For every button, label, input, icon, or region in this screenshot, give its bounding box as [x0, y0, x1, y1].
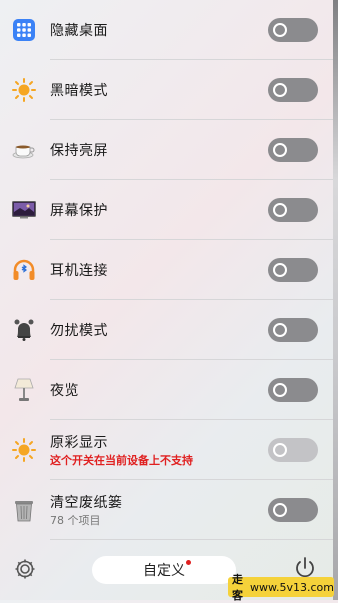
lamp-icon	[12, 378, 36, 402]
row-hide-desktop: 隐藏桌面	[0, 0, 333, 60]
row-label: 屏幕保护	[50, 203, 108, 219]
hide-desktop-toggle[interactable]	[268, 18, 318, 42]
row-headphone-connect: 耳机连接	[0, 240, 333, 300]
screensaver-toggle[interactable]	[268, 198, 318, 222]
trash-icon	[12, 498, 36, 522]
sun-icon	[12, 438, 36, 462]
row-label: 夜览	[50, 383, 79, 399]
app-grid-icon	[12, 18, 36, 42]
bell-icon	[12, 318, 36, 342]
control-panel: 隐藏桌面 黑暗模式 保持亮屏 屏幕保护 耳机连接 勿扰模式 夜览 原彩显示 这个…	[0, 0, 333, 600]
keep-awake-toggle[interactable]	[268, 138, 318, 162]
row-screensaver: 屏幕保护	[0, 180, 333, 240]
trash-count: 78 个项目	[50, 514, 101, 527]
row-label: 原彩显示	[50, 435, 108, 451]
row-label: 隐藏桌面	[50, 23, 108, 39]
row-empty-trash: 清空废纸篓 78 个项目	[0, 480, 333, 540]
coffee-cup-icon	[12, 138, 36, 162]
headphone-connect-toggle[interactable]	[268, 258, 318, 282]
dark-mode-toggle[interactable]	[268, 78, 318, 102]
sun-icon	[12, 78, 36, 102]
row-label: 黑暗模式	[50, 83, 108, 99]
gear-icon[interactable]	[14, 558, 36, 584]
row-dark-mode: 黑暗模式	[0, 60, 333, 120]
row-label: 耳机连接	[50, 263, 108, 279]
empty-trash-toggle[interactable]	[268, 498, 318, 522]
unsupported-note: 这个开关在当前设备上不支持	[50, 454, 193, 467]
row-true-tone: 原彩显示 这个开关在当前设备上不支持	[0, 420, 333, 480]
watermark-mark: 走客	[232, 573, 243, 602]
row-night-view: 夜览	[0, 360, 333, 420]
watermark-site: www.5v13.com	[250, 580, 334, 594]
night-view-toggle[interactable]	[268, 378, 318, 402]
row-label: 勿扰模式	[50, 323, 108, 339]
notification-dot	[186, 560, 191, 565]
do-not-disturb-toggle[interactable]	[268, 318, 318, 342]
headphones-icon	[12, 258, 36, 282]
screensaver-icon	[12, 198, 36, 222]
watermark: 走客 www.5v13.com	[228, 573, 334, 602]
row-label: 保持亮屏	[50, 143, 108, 159]
row-keep-awake: 保持亮屏	[0, 120, 333, 180]
row-label: 清空废纸篓	[50, 495, 123, 511]
row-do-not-disturb: 勿扰模式	[0, 300, 333, 360]
true-tone-toggle[interactable]	[268, 438, 318, 462]
customize-button[interactable]: 自定义	[92, 556, 236, 584]
background-window-edge	[333, 0, 338, 600]
